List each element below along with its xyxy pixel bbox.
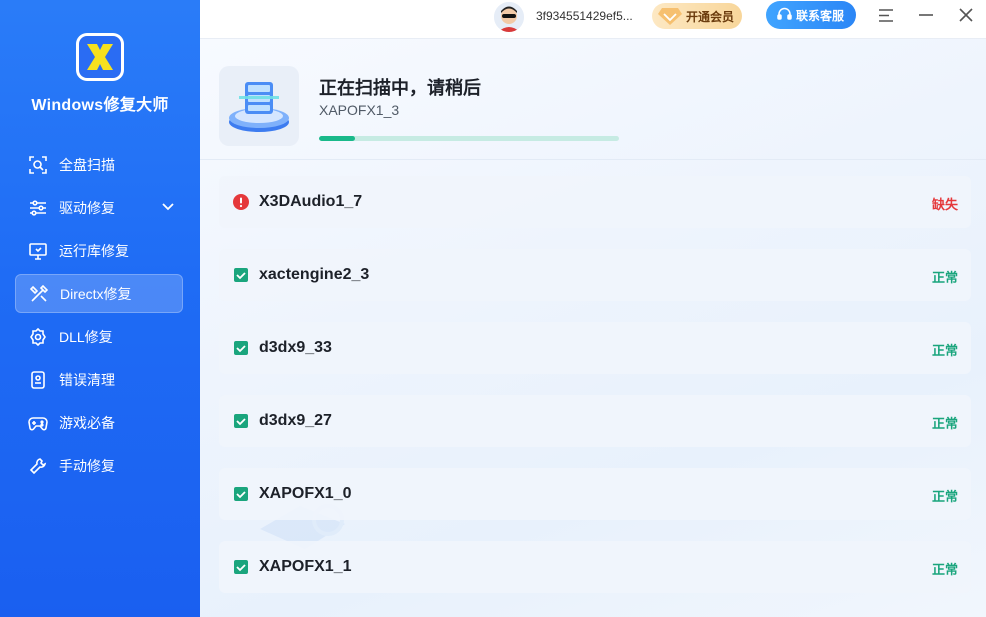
user-id: 3f934551429ef5... bbox=[536, 9, 633, 23]
sidebar-item-label: 游戏必备 bbox=[59, 414, 115, 431]
support-label: 联系客服 bbox=[796, 8, 845, 23]
sidebar-item-directx-repair[interactable]: Directx修复 bbox=[15, 274, 183, 313]
result-status: 正常 bbox=[931, 416, 958, 431]
phone-clean-icon bbox=[28, 370, 48, 390]
result-row: d3dx9_27 正常 bbox=[219, 395, 971, 447]
contact-support-button[interactable]: 联系客服 bbox=[766, 1, 856, 29]
result-name: X3DAudio1_7 bbox=[259, 193, 363, 210]
checkbox-checked-icon bbox=[233, 267, 249, 283]
result-status: 正常 bbox=[931, 562, 958, 577]
headset-icon bbox=[777, 7, 792, 25]
app-logo bbox=[76, 33, 124, 81]
tools-icon bbox=[29, 284, 49, 304]
avatar[interactable] bbox=[494, 2, 524, 32]
title-bar: 3f934551429ef5... 开通会员 联系客服 bbox=[200, 0, 986, 39]
result-status: 正常 bbox=[931, 270, 958, 285]
monitor-icon bbox=[28, 241, 48, 261]
checkbox-checked-icon bbox=[233, 486, 249, 502]
chevron-down-icon[interactable] bbox=[161, 199, 175, 216]
minimize-icon[interactable] bbox=[915, 4, 937, 26]
result-status: 正常 bbox=[931, 343, 958, 358]
database-scan-icon bbox=[219, 66, 299, 146]
wrench-icon bbox=[28, 456, 48, 476]
sidebar-item-label: 手动修复 bbox=[59, 457, 115, 474]
result-name: xactengine2_3 bbox=[259, 266, 370, 283]
app-title: Windows修复大师 bbox=[31, 97, 169, 114]
result-name: d3dx9_27 bbox=[259, 412, 332, 429]
scan-progress-bar bbox=[319, 136, 619, 141]
main-content: 正在扫描中，请稍后 XAPOFX1_3 X3DAudio1_7 缺失 xacteng… bbox=[200, 39, 986, 617]
menu-icon[interactable] bbox=[875, 4, 897, 26]
sidebar-item-label: DLL修复 bbox=[59, 328, 113, 345]
scan-header: 正在扫描中，请稍后 XAPOFX1_3 bbox=[200, 39, 986, 160]
result-status: 缺失 bbox=[931, 197, 958, 212]
checkbox-checked-icon bbox=[233, 413, 249, 429]
sidebar: Windows修复大师 全盘扫描 驱动修复 运行库修复 Directx修复 DL… bbox=[0, 0, 200, 617]
sidebar-item-label: 驱动修复 bbox=[59, 199, 115, 216]
sidebar-item-game-essentials[interactable]: 游戏必备 bbox=[15, 403, 183, 442]
sidebar-item-label: 错误清理 bbox=[59, 371, 115, 388]
result-row: X3DAudio1_7 缺失 bbox=[219, 176, 971, 228]
scan-results-list: X3DAudio1_7 缺失 xactengine2_3 正常 d3dx9_33 正常 d3… bbox=[219, 176, 971, 614]
gamepad-icon bbox=[28, 413, 48, 433]
vip-label: 开通会员 bbox=[686, 9, 735, 24]
result-row: xactengine2_3 正常 bbox=[219, 249, 971, 301]
scan-current-item: XAPOFX1_3 bbox=[319, 102, 400, 118]
sliders-icon bbox=[28, 198, 48, 218]
close-icon[interactable] bbox=[955, 4, 977, 26]
scan-status-title: 正在扫描中，请稍后 bbox=[319, 78, 481, 98]
sidebar-item-dll-repair[interactable]: DLL修复 bbox=[15, 317, 183, 356]
sidebar-item-label: 运行库修复 bbox=[59, 242, 129, 259]
sidebar-item-label: 全盘扫描 bbox=[59, 156, 115, 173]
result-row: d3dx9_33 正常 bbox=[219, 322, 971, 374]
result-status: 正常 bbox=[931, 489, 958, 504]
vip-button[interactable]: 开通会员 bbox=[652, 3, 742, 29]
checkbox-checked-icon bbox=[233, 559, 249, 575]
result-name: XAPOFX1_0 bbox=[259, 485, 352, 502]
checkbox-checked-icon bbox=[233, 340, 249, 356]
sidebar-nav: 全盘扫描 驱动修复 运行库修复 Directx修复 DLL修复 错误清理 游戏必… bbox=[15, 145, 183, 489]
gear-icon bbox=[28, 327, 48, 347]
sidebar-item-label: Directx修复 bbox=[60, 285, 132, 302]
result-row: XAPOFX1_0 正常 bbox=[219, 468, 971, 520]
scan-icon bbox=[28, 155, 48, 175]
result-name: XAPOFX1_1 bbox=[259, 558, 352, 575]
sidebar-item-driver-repair[interactable]: 驱动修复 bbox=[15, 188, 183, 227]
result-row: XAPOFX1_1 正常 bbox=[219, 541, 971, 593]
sidebar-item-runtime-repair[interactable]: 运行库修复 bbox=[15, 231, 183, 270]
error-icon bbox=[233, 194, 249, 210]
x-logo-icon bbox=[87, 44, 113, 70]
diamond-icon bbox=[658, 6, 682, 29]
scan-progress-fill bbox=[319, 136, 355, 141]
result-name: d3dx9_33 bbox=[259, 339, 332, 356]
sidebar-item-error-cleanup[interactable]: 错误清理 bbox=[15, 360, 183, 399]
sidebar-item-full-scan[interactable]: 全盘扫描 bbox=[15, 145, 183, 184]
sidebar-item-manual-repair[interactable]: 手动修复 bbox=[15, 446, 183, 485]
